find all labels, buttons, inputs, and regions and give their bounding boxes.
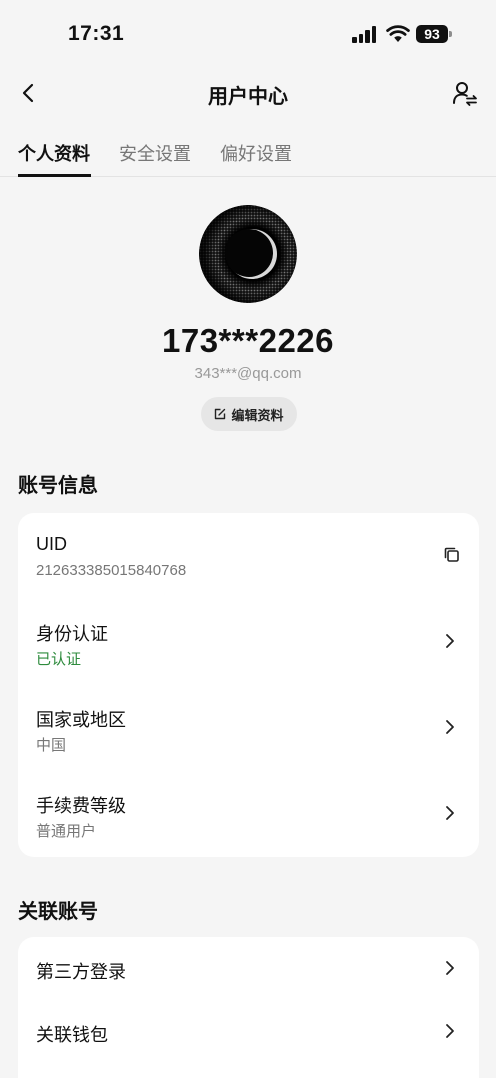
fee-level-row[interactable]: 手续费等级 普通用户 [18, 771, 479, 857]
region-value: 中国 [36, 737, 67, 754]
battery-icon: 93 [416, 25, 452, 43]
identity-label: 身份认证 [36, 624, 108, 644]
identity-verification-row[interactable]: 身份认证 已认证 [18, 599, 479, 685]
uid-value: 212633385015840768 [36, 562, 187, 579]
edit-profile-button[interactable]: 编辑资料 [201, 397, 297, 431]
third-party-login-row[interactable]: 第三方登录 [18, 937, 479, 1001]
third-party-login-label: 第三方登录 [36, 962, 126, 982]
tab-profile[interactable]: 个人资料 [18, 140, 90, 166]
tab-security[interactable]: 安全设置 [119, 140, 191, 166]
fee-level-value: 普通用户 [36, 823, 97, 840]
chevron-right-icon [446, 961, 454, 975]
linked-accounts-card: 第三方登录 关联钱包 [18, 937, 479, 1078]
tab-preferences[interactable]: 偏好设置 [220, 140, 292, 166]
page-title: 用户中心 [208, 86, 288, 108]
chevron-right-icon [446, 720, 454, 734]
username: 173***2226 [162, 322, 334, 359]
region-row[interactable]: 国家或地区 中国 [18, 685, 479, 771]
switch-account-button[interactable] [450, 78, 480, 108]
wifi-icon [386, 24, 410, 49]
copy-icon[interactable] [443, 546, 461, 564]
status-time: 17:31 [68, 22, 125, 45]
chevron-right-icon [446, 634, 454, 648]
region-label: 国家或地区 [36, 710, 126, 730]
avatar[interactable] [199, 205, 297, 303]
section-title-account-info: 账号信息 [18, 475, 98, 497]
status-bar: 17:31 93 [0, 0, 496, 70]
tab-bar: 个人资料 安全设置 偏好设置 [0, 128, 496, 177]
account-info-card: UID 212633385015840768 身份认证 已认证 国家或地区 中国… [18, 513, 479, 857]
user-switch-icon [453, 82, 477, 106]
identity-status: 已认证 [36, 651, 82, 668]
edit-profile-label: 编辑资料 [231, 407, 284, 423]
chevron-right-icon [446, 806, 454, 820]
edit-icon [215, 408, 226, 420]
fee-level-label: 手续费等级 [36, 796, 126, 816]
chevron-right-icon [446, 1024, 454, 1038]
linked-wallet-row[interactable]: 关联钱包 [18, 1001, 479, 1065]
battery-level: 93 [416, 25, 448, 43]
uid-row: UID 212633385015840768 [18, 513, 479, 599]
cellular-signal-icon [352, 26, 378, 43]
nav-bar: 用户中心 [0, 70, 496, 116]
section-title-linked-accounts: 关联账号 [18, 901, 98, 923]
linked-wallet-label: 关联钱包 [36, 1025, 108, 1045]
active-tab-indicator [18, 174, 91, 177]
uid-label: UID [36, 534, 67, 554]
user-email: 343***@qq.com [194, 365, 302, 382]
